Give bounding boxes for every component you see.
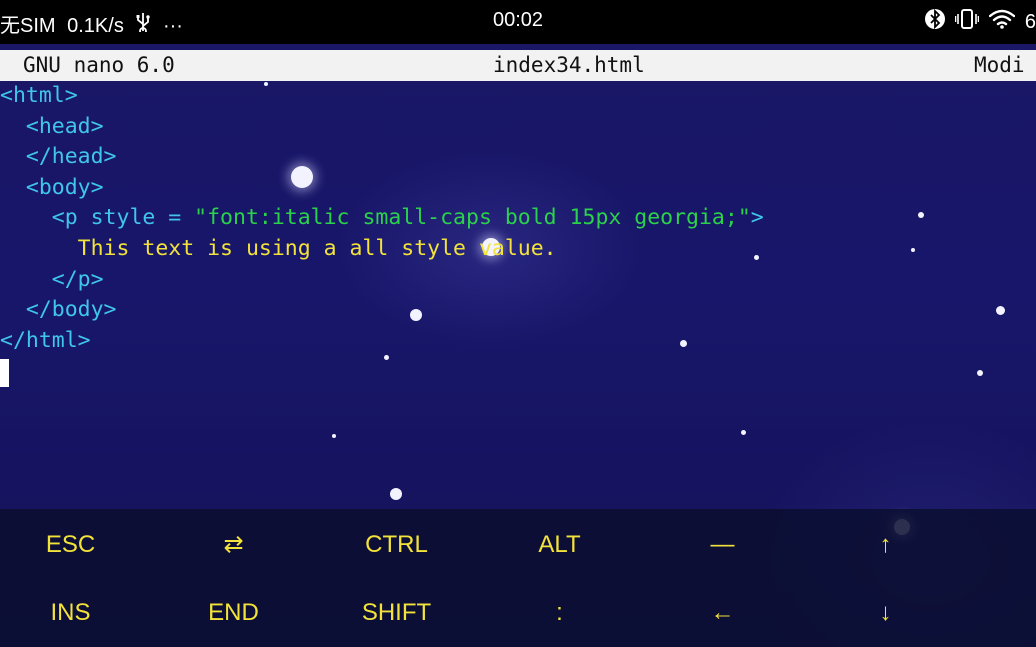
html-tag-token: <p style =	[51, 205, 195, 231]
nano-version: GNU nano 6.0	[23, 53, 175, 77]
vibrate-icon	[954, 8, 980, 36]
alt-key[interactable]: ALT	[478, 511, 641, 579]
bluetooth-icon	[924, 8, 945, 36]
wifi-icon	[988, 9, 1016, 35]
code-line[interactable]: </p>	[0, 265, 104, 295]
html-tag-token: </html>	[0, 327, 91, 353]
status-time: 00:02	[492, 9, 544, 31]
ins-key[interactable]: INS	[0, 579, 152, 647]
arrow-up-key[interactable]: ↑	[804, 511, 967, 579]
battery-level: 6	[1024, 11, 1036, 33]
code-line[interactable]: </head>	[0, 142, 117, 172]
code-line[interactable]: </html>	[0, 326, 91, 356]
html-tag-token: <head>	[25, 113, 104, 139]
shift-key[interactable]: SHIFT	[315, 579, 478, 647]
html-tag-token: >	[750, 205, 764, 231]
status-bar: 无SIM 0.1K/s ··· 00:02 6	[0, 0, 1036, 44]
end-key[interactable]: END	[152, 579, 315, 647]
esc-key[interactable]: ESC	[0, 511, 152, 579]
code-line[interactable]: <html>	[0, 81, 78, 111]
extra-keys-bar: ESC ⇄ CTRL ALT — ↑ INS END SHIFT: ← ↓	[0, 509, 1036, 647]
code-line[interactable]: <body>	[0, 173, 104, 203]
dash-key[interactable]: —	[641, 511, 804, 579]
code-line[interactable]: </body>	[0, 295, 117, 325]
status-right: 6	[924, 8, 1036, 36]
text-token: This text is using a all style value.	[77, 236, 557, 261]
code-line[interactable]: <head>	[0, 112, 104, 142]
code-line[interactable]: <p style = "font:italic small-caps bold …	[0, 203, 764, 233]
tab-key[interactable]: ⇄	[152, 511, 315, 579]
file-name: index34.html	[493, 53, 645, 77]
editor-area[interactable]: <html> <head> </head> <body> <p style = …	[0, 81, 1036, 509]
attribute-value-token: "font:italic small-caps bold 15px georgi…	[194, 205, 751, 231]
html-tag-token: </body>	[25, 297, 117, 323]
text-cursor	[0, 359, 9, 387]
arrow-down-key[interactable]: ↓	[804, 579, 967, 647]
arrow-left-key[interactable]: ←	[641, 579, 804, 647]
colon-key[interactable]: :	[478, 579, 641, 647]
nano-title-bar: GNU nano 6.0 index34.html Modi	[0, 50, 1036, 81]
html-tag-token: </head>	[25, 144, 117, 170]
modified-indicator: Modi	[974, 53, 1025, 77]
ctrl-key[interactable]: CTRL	[315, 511, 478, 579]
code-line[interactable]: This text is using a all style value.	[0, 234, 557, 264]
html-tag-token: <html>	[0, 83, 78, 108]
html-tag-token: </p>	[51, 266, 104, 292]
html-tag-token: <body>	[25, 174, 104, 200]
